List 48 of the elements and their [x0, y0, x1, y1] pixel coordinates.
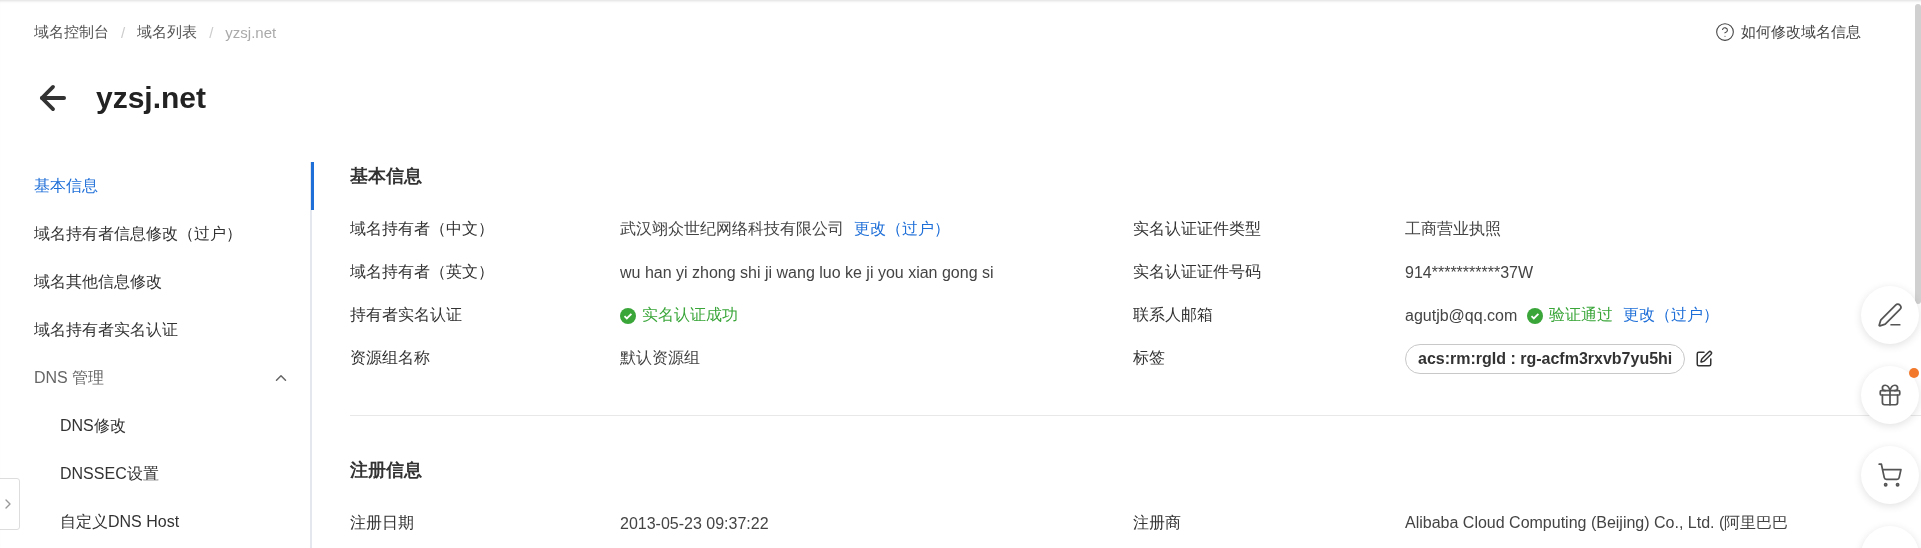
check-circle-icon [1527, 307, 1544, 324]
gift-icon [1877, 382, 1903, 408]
field-value: Alibaba Cloud Computing (Beijing) Co., Ltd. (阿里巴巴 [1405, 513, 1789, 533]
change-link[interactable]: 更改（过户） [854, 219, 950, 240]
sidebar-item[interactable]: 域名持有者实名认证 [0, 306, 310, 354]
field-label: 域名持有者（英文） [350, 262, 495, 282]
verified-status: 验证通过 [1527, 305, 1614, 326]
side-button[interactable] [1861, 446, 1919, 504]
field-value: 2013-05-23 09:37:22 [620, 514, 769, 533]
side-button[interactable] [1861, 366, 1919, 424]
help-link[interactable]: 如何修改域名信息 [1715, 22, 1861, 42]
field-label: 域名持有者（中文） [350, 219, 495, 239]
sidebar-subitem[interactable]: DNSSEC设置 [60, 450, 159, 498]
pen-icon [1877, 302, 1903, 328]
breadcrumb-separator: / [121, 23, 126, 41]
cart-icon [1877, 462, 1903, 488]
change-link[interactable]: 更改（过户） [1623, 305, 1720, 326]
breadcrumb-item[interactable]: 域名控制台 [34, 22, 109, 42]
field-label: 联系人邮箱 [1133, 305, 1214, 325]
breadcrumb-separator: / [209, 23, 214, 41]
field-label: 标签 [1133, 348, 1166, 368]
check-circle-icon [620, 307, 636, 324]
field-value: wu han yi zhong shi ji wang luo ke ji you xian gong si [620, 263, 994, 282]
verified-status: 实名认证成功 [620, 305, 738, 326]
sidebar-item[interactable]: 域名持有者信息修改（过户） [0, 210, 310, 258]
field-value: 默认资源组 [620, 348, 700, 368]
page-title: yzsj.net [96, 81, 207, 115]
sidebar-subitem[interactable]: DNS修改 [60, 402, 126, 450]
field-label: 注册商 [1133, 513, 1182, 533]
field-value: 914***********37W [1405, 263, 1534, 282]
section-title: 注册信息 [350, 459, 422, 482]
sidebar-subitem[interactable]: 自定义DNS Host [60, 498, 180, 546]
edit-icon[interactable] [1695, 349, 1714, 368]
help-icon [1715, 22, 1735, 42]
field-value: 工商营业执照 [1405, 219, 1501, 239]
field-label: 实名认证证件类型 [1133, 219, 1262, 239]
section-title: 基本信息 [350, 165, 422, 188]
field-label: 注册日期 [350, 513, 415, 533]
field-value: agutjb@qq.com [1405, 306, 1518, 325]
sidebar-item[interactable]: DNS 管理 [0, 354, 310, 402]
field-label: 持有者实名认证 [350, 305, 463, 325]
field-value: 武汉翊众世纪网络科技有限公司 [620, 219, 844, 239]
sidebar-item[interactable]: 域名其他信息修改 [0, 258, 310, 306]
side-button[interactable] [1861, 286, 1919, 344]
field-label: 实名认证证件号码 [1133, 262, 1262, 282]
breadcrumb-item[interactable]: 域名列表 [137, 22, 198, 42]
scrollbar[interactable] [1915, 4, 1921, 304]
field-label: 资源组名称 [350, 348, 431, 368]
